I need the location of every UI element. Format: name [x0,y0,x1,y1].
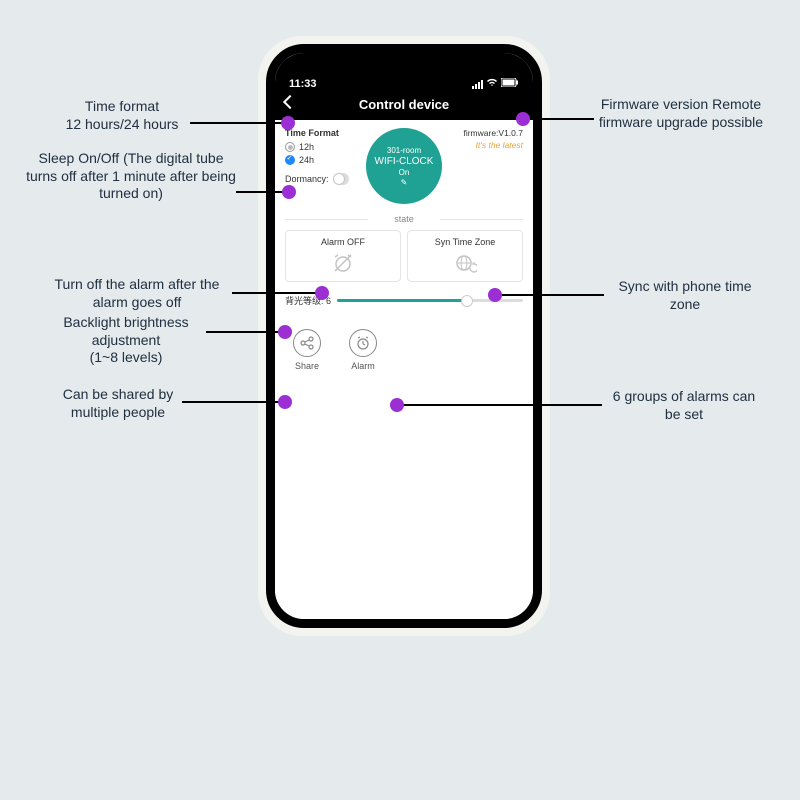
callout-backlight: Backlight brightness adjustment(1~8 leve… [44,314,208,367]
radio-unchecked-icon [285,142,295,152]
firmware-label: firmware:V1.0.7 [459,128,523,138]
globe-sync-icon [453,251,477,275]
sync-timezone-card[interactable]: Syn Time Zone [407,230,523,282]
annotation-dot [281,116,295,130]
slider-fill [337,299,467,302]
signal-icon [472,80,483,89]
slider-thumb[interactable] [461,295,473,307]
sync-label: Syn Time Zone [412,237,518,247]
phone-screen: 11:33 Control device Time Format [266,44,542,628]
notch [344,53,464,75]
dormancy-row: Dormancy: [285,173,349,185]
callout-sleep: Sleep On/Off (The digital tube turns off… [24,150,238,203]
state-divider: state [285,214,523,224]
annotation-dot [278,325,292,339]
edit-icon: ✎ [401,178,408,187]
alarm-off-card[interactable]: Alarm OFF [285,230,401,282]
firmware-latest: It's the latest [459,140,523,150]
annotation-line [182,401,282,403]
battery-icon [501,78,519,90]
status-indicators [472,78,519,90]
alarm-off-icon [331,251,355,275]
content-area: Time Format 12h 24h Dormancy: 3 [275,120,533,624]
firmware-section[interactable]: firmware:V1.0.7 It's the latest [459,128,523,204]
opt-24h-label: 24h [299,155,314,165]
header-title: Control device [359,97,449,112]
device-badge[interactable]: 301-room WIFI-CLOCK On ✎ [366,128,442,204]
annotation-line [206,331,282,333]
share-label: Share [295,361,319,371]
annotation-line [402,404,602,406]
status-time: 11:33 [289,78,317,90]
device-name: WIFI-CLOCK [375,156,434,167]
alarm-label: Alarm [351,361,375,371]
device-status: On [399,168,410,177]
annotation-dot [278,395,292,409]
callout-time-format: Time format12 hours/24 hours [42,98,202,133]
callout-sync: Sync with phone time zone [608,278,762,313]
radio-checked-icon [285,155,295,165]
share-icon [293,329,321,357]
annotation-line [500,294,604,296]
opt-12h-label: 12h [299,142,314,152]
annotation-dot [390,398,404,412]
callout-firmware: Firmware version Remote firmware upgrade… [594,96,768,131]
callout-alarm-off: Turn off the alarm after the alarm goes … [40,276,234,311]
alarm-clock-icon [349,329,377,357]
time-format-title: Time Format [285,128,349,138]
annotation-line [190,122,285,124]
wifi-icon [486,78,498,90]
back-icon[interactable] [283,95,297,109]
dormancy-toggle[interactable] [333,173,349,185]
time-format-12h[interactable]: 12h [285,142,349,152]
annotation-line [232,292,319,294]
header: Control device [275,93,533,120]
annotation-dot [282,185,296,199]
alarm-off-label: Alarm OFF [290,237,396,247]
share-button[interactable]: Share [293,329,321,371]
annotation-dot [488,288,502,302]
callout-alarms: 6 groups of alarms can be set [604,388,764,423]
device-room: 301-room [387,146,421,155]
alarm-button[interactable]: Alarm [349,329,377,371]
dormancy-label: Dormancy: [285,174,329,184]
callout-share: Can be shared by multiple people [52,386,184,421]
annotation-line [236,191,286,193]
annotation-dot [315,286,329,300]
time-format-24h[interactable]: 24h [285,155,349,165]
state-label: state [394,214,414,224]
phone-frame: 11:33 Control device Time Format [258,36,550,636]
annotation-line [528,118,594,120]
annotation-dot [516,112,530,126]
